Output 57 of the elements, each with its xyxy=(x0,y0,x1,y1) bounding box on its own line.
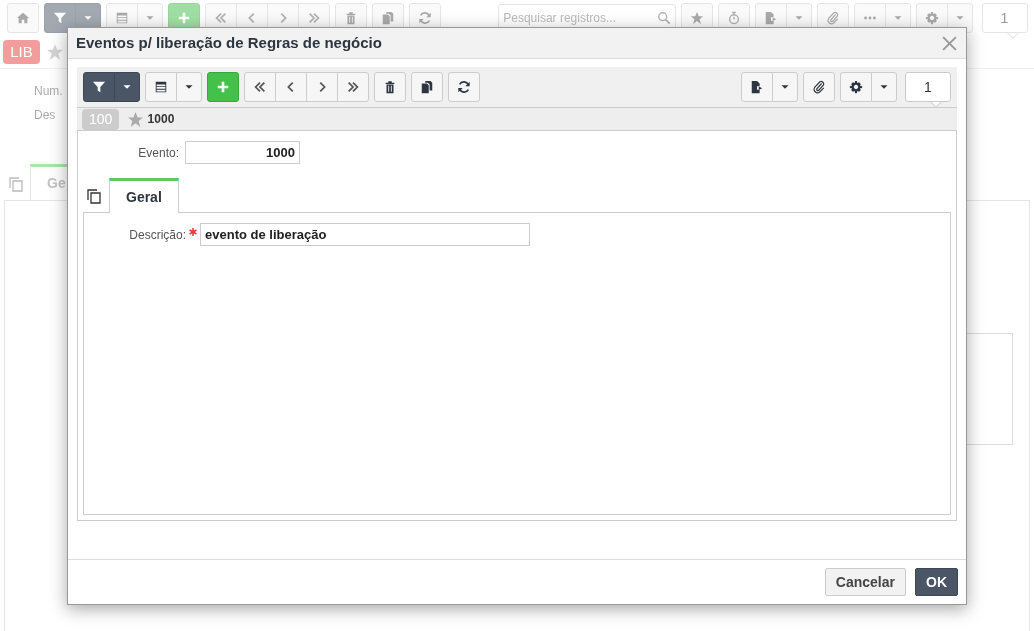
documents-icon xyxy=(380,11,395,26)
tabs-icon xyxy=(8,176,24,192)
file-export-icon xyxy=(749,80,764,94)
double-chevron-left-icon xyxy=(213,11,228,26)
settings-button[interactable] xyxy=(839,72,872,102)
duplicate-button[interactable] xyxy=(411,72,443,102)
tab[interactable]: Geral xyxy=(109,178,179,213)
paperclip-icon xyxy=(826,11,841,26)
plus-icon xyxy=(216,80,230,94)
record-number-field[interactable]: 1 xyxy=(905,72,951,102)
status-badge: LIB xyxy=(3,39,40,65)
attachments-button[interactable] xyxy=(802,72,835,102)
star-icon xyxy=(127,110,145,128)
filter-icon xyxy=(92,80,106,94)
star-icon xyxy=(690,11,705,26)
refresh-icon xyxy=(417,11,432,26)
first-record-button[interactable] xyxy=(244,72,276,102)
trash-icon xyxy=(383,80,397,94)
filter-button[interactable] xyxy=(83,72,115,102)
dialog-title: Eventos p/ liberação de Regras de negócio xyxy=(76,32,382,53)
close-icon xyxy=(941,34,958,52)
cancel-button[interactable]: Cancelar xyxy=(824,568,906,596)
home-button[interactable] xyxy=(6,3,39,34)
documents-icon xyxy=(420,80,434,94)
add-button[interactable] xyxy=(207,72,239,102)
home-icon xyxy=(15,11,30,26)
refresh-button[interactable] xyxy=(448,72,480,102)
double-chevron-left-icon xyxy=(253,80,267,94)
field-label: Evento: xyxy=(137,144,179,162)
close-button[interactable] xyxy=(941,34,958,52)
description-field[interactable]: evento de liberação xyxy=(200,223,530,246)
export-button[interactable] xyxy=(740,72,773,102)
double-chevron-right-icon xyxy=(306,11,321,26)
double-chevron-right-icon xyxy=(346,80,360,94)
table-icon xyxy=(114,11,129,26)
file-export-icon xyxy=(764,11,779,26)
field-label: Des xyxy=(34,107,56,124)
last-record-button[interactable] xyxy=(337,72,369,102)
settings-icon xyxy=(848,80,863,94)
stopwatch-icon xyxy=(727,11,742,26)
settings-icon xyxy=(925,11,940,26)
field-label: Descrição: xyxy=(128,226,186,244)
star-icon xyxy=(46,43,65,61)
plus-icon xyxy=(176,11,191,26)
tabs-icon xyxy=(86,188,102,204)
filter-icon xyxy=(52,11,67,26)
delete-button[interactable] xyxy=(374,72,406,102)
refresh-icon xyxy=(457,80,471,94)
field-label: Num. xyxy=(34,82,63,100)
paperclip-icon xyxy=(811,80,826,94)
search-icon xyxy=(657,11,672,26)
record-code: 1000 xyxy=(147,111,175,128)
event-field[interactable]: 1000 xyxy=(185,141,300,164)
table-icon xyxy=(154,80,168,94)
dropdown-button[interactable] xyxy=(114,72,140,102)
grid-view-button[interactable] xyxy=(145,72,177,102)
ok-button[interactable]: OK xyxy=(915,568,958,596)
